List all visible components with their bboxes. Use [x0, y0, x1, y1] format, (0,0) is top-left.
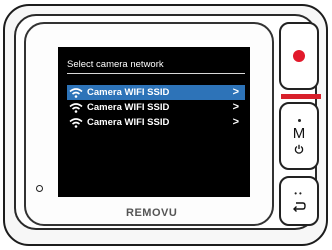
back-button[interactable]: ••	[279, 176, 319, 226]
mode-power-button[interactable]: M	[279, 102, 319, 170]
network-label: Camera WIFI SSID	[87, 117, 170, 128]
network-label: Camera WIFI SSID	[87, 102, 170, 113]
record-dot-icon	[293, 50, 305, 62]
network-list: Camera WIFI SSID > Camera WIFI SSID > Ca…	[67, 85, 245, 130]
wifi-icon	[69, 87, 83, 98]
screen-title: Select camera network	[67, 59, 164, 70]
network-label: Camera WIFI SSID	[87, 87, 170, 98]
camera-screen: Select camera network Camera WIFI SSID >…	[58, 47, 250, 197]
wifi-icon	[69, 117, 83, 128]
chevron-right-icon: >	[232, 116, 239, 128]
side-button-column: M ••	[279, 22, 319, 226]
chevron-right-icon: >	[232, 86, 239, 98]
chevron-right-icon: >	[232, 101, 239, 113]
title-divider	[67, 73, 245, 74]
mode-label: M	[292, 124, 306, 142]
wifi-icon	[69, 102, 83, 113]
power-icon	[294, 144, 304, 154]
brand-logo: REMOVU	[126, 207, 178, 219]
network-item[interactable]: Camera WIFI SSID >	[67, 100, 245, 115]
indicator-led	[36, 185, 43, 192]
network-item[interactable]: Camera WIFI SSID >	[67, 115, 245, 130]
record-button[interactable]	[279, 22, 319, 90]
mode-indicator-dot	[297, 118, 301, 122]
network-item[interactable]: Camera WIFI SSID >	[67, 85, 245, 100]
return-arrow-icon	[293, 201, 306, 212]
device-illustration: Select camera network Camera WIFI SSID >…	[0, 0, 332, 250]
record-indicator-bar	[281, 94, 321, 99]
back-indicator-dots: ••	[294, 188, 304, 198]
